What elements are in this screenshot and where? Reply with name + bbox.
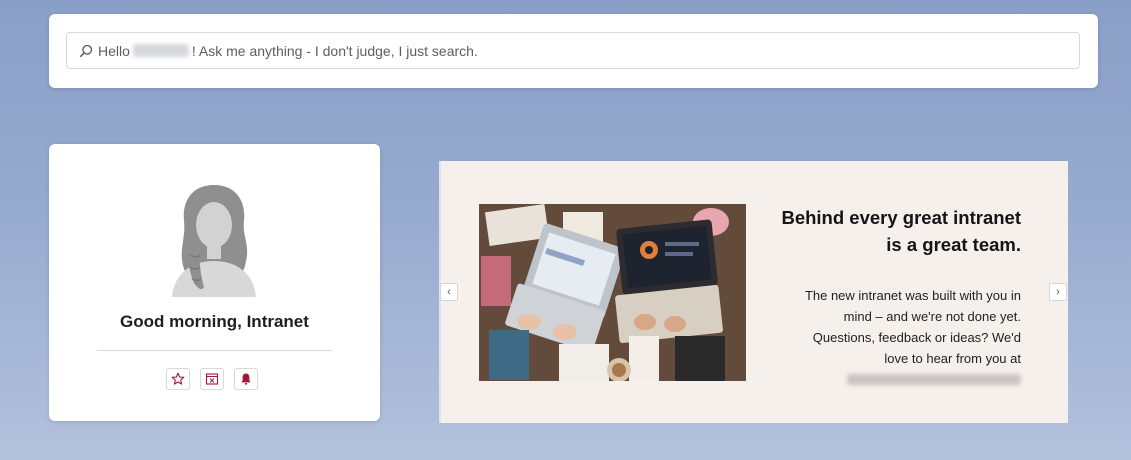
redacted-user-name (132, 44, 189, 57)
redacted-email-link[interactable] (847, 374, 1021, 385)
favorites-button[interactable] (166, 368, 190, 390)
body-line-1: The new intranet was built with you in (804, 288, 1021, 303)
chevron-right-icon: › (1056, 285, 1060, 298)
divider (97, 350, 332, 351)
calendar-button[interactable] (200, 368, 224, 390)
search-greeting: Hello (98, 42, 130, 59)
headline-line-2: is a great team. (886, 234, 1021, 255)
search-card: Hello ! Ask me anything - I don't judge,… (49, 14, 1098, 88)
star-icon (171, 372, 185, 385)
body-line-4: love to hear from you at (884, 351, 1021, 366)
carousel-body: The new intranet was built with you in m… (771, 285, 1021, 391)
headline-line-1: Behind every great intranet (781, 207, 1021, 228)
carousel-headline: Behind every great intranet is a great t… (761, 204, 1021, 258)
greeting-title: Good morning, Intranet (120, 312, 309, 331)
team-laptops-photo (479, 204, 746, 381)
body-line-3: Questions, feedback or ideas? We'd (812, 330, 1021, 345)
news-carousel: Behind every great intranet is a great t… (439, 161, 1068, 423)
body-line-2: mind – and we're not done yet. (843, 309, 1021, 324)
bell-icon (241, 373, 251, 385)
carousel-prev-button[interactable]: ‹ (440, 283, 458, 301)
quick-actions (166, 368, 258, 390)
search-placeholder-text: ! Ask me anything - I don't judge, I jus… (191, 42, 478, 59)
profile-card: Good morning, Intranet (49, 144, 380, 421)
notifications-button[interactable] (234, 368, 258, 390)
carousel-next-button[interactable]: › (1049, 283, 1067, 301)
chevron-left-icon: ‹ (447, 285, 451, 298)
search-icon (79, 44, 93, 57)
search-input[interactable]: Hello ! Ask me anything - I don't judge,… (66, 32, 1080, 69)
avatar (172, 185, 256, 297)
calendar-icon (205, 373, 219, 385)
